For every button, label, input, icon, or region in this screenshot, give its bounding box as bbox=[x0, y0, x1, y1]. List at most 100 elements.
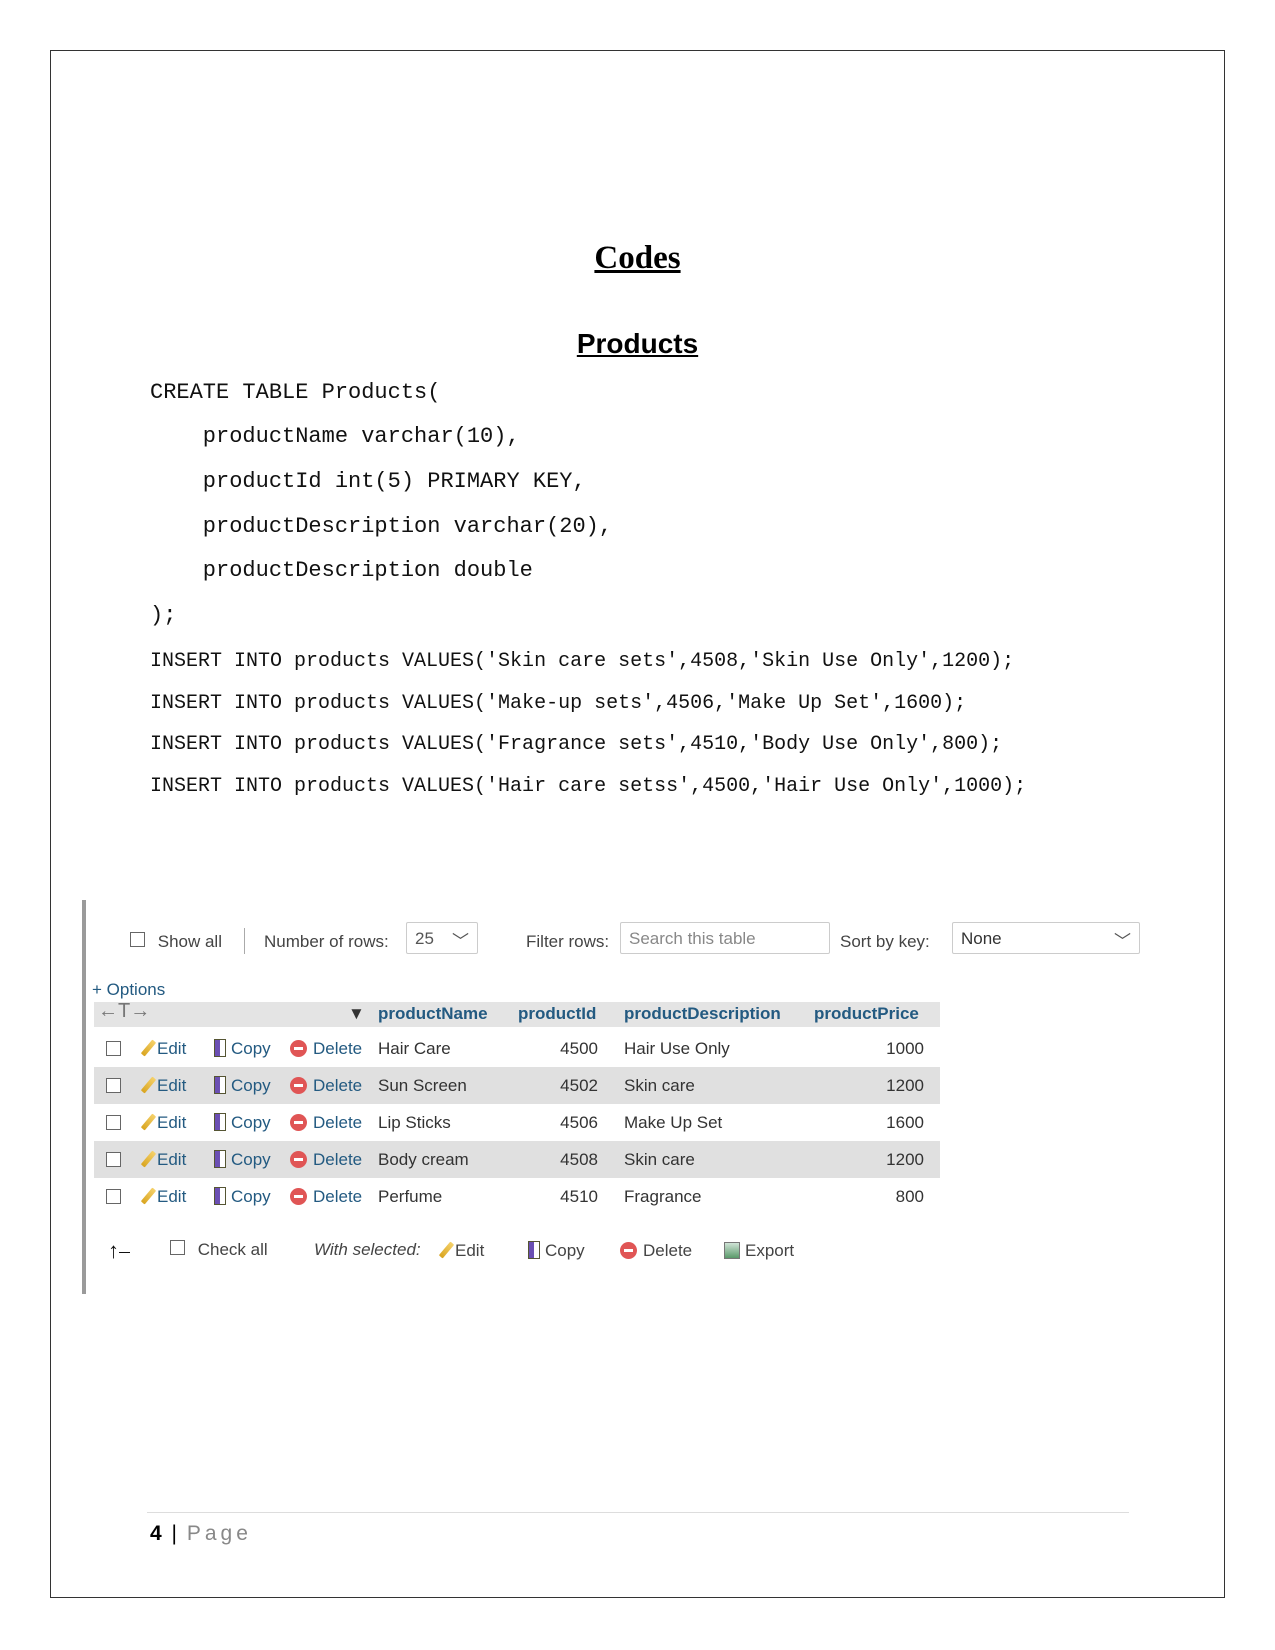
pencil-icon bbox=[438, 1241, 455, 1259]
delete-icon bbox=[290, 1188, 307, 1205]
delete-icon bbox=[290, 1114, 307, 1131]
sql-line: productName varchar(10), bbox=[150, 424, 520, 449]
delete-icon bbox=[290, 1151, 307, 1168]
sql-line: CREATE TABLE Products( bbox=[150, 380, 441, 405]
copy-button[interactable]: Copy bbox=[214, 1076, 271, 1096]
table-row: Edit Copy Delete Hair Care 4500 Hair Use… bbox=[94, 1030, 940, 1067]
copy-icon bbox=[214, 1150, 226, 1168]
delete-button[interactable]: Delete bbox=[290, 1039, 362, 1059]
cell-productid: 4506 bbox=[560, 1113, 598, 1132]
chevron-down-icon: ﹀ bbox=[1114, 932, 1131, 951]
copy-button[interactable]: Copy bbox=[214, 1187, 271, 1207]
table-row: Edit Copy Delete Perfume 4510 Fragrance … bbox=[94, 1178, 940, 1215]
rows-select[interactable]: 25 ﹀ bbox=[406, 922, 478, 954]
cell-productname: Lip Sticks bbox=[378, 1113, 451, 1132]
sql-line: productId int(5) PRIMARY KEY, bbox=[150, 469, 586, 494]
options-link[interactable]: + Options bbox=[92, 980, 165, 1000]
copy-button[interactable]: Copy bbox=[214, 1039, 271, 1059]
column-header-productname[interactable]: productName bbox=[378, 1004, 488, 1024]
delete-button[interactable]: Delete bbox=[290, 1150, 362, 1170]
cell-productdescription: Make Up Set bbox=[624, 1113, 723, 1132]
bulk-copy-button[interactable]: Copy bbox=[528, 1241, 585, 1261]
edit-button[interactable]: Edit bbox=[140, 1039, 186, 1059]
delete-button[interactable]: Delete bbox=[290, 1076, 362, 1096]
sql-line: ); bbox=[150, 603, 177, 628]
copy-icon bbox=[214, 1076, 226, 1094]
show-all-checkbox[interactable]: Show all bbox=[130, 932, 222, 952]
sql-insert-line: INSERT INTO products VALUES('Make-up set… bbox=[150, 691, 967, 715]
sql-line: productDescription double bbox=[150, 558, 533, 583]
delete-button[interactable]: Delete bbox=[290, 1187, 362, 1207]
filter-label: Filter rows: bbox=[526, 932, 610, 951]
table-row: Edit Copy Delete Lip Sticks 4506 Make Up… bbox=[94, 1104, 940, 1141]
sort-label: Sort by key: bbox=[840, 932, 930, 951]
row-checkbox[interactable] bbox=[106, 1115, 121, 1135]
sql-line: productDescription varchar(20), bbox=[150, 514, 613, 539]
table-row: Edit Copy Delete Sun Screen 4502 Skin ca… bbox=[94, 1067, 940, 1104]
page-border bbox=[50, 50, 1225, 1598]
sort-triangle-icon[interactable]: ▼ bbox=[348, 1004, 365, 1024]
check-all-checkbox[interactable]: Check all bbox=[170, 1240, 268, 1260]
section-heading: Products bbox=[576, 328, 699, 359]
edit-button[interactable]: Edit bbox=[140, 1113, 186, 1133]
copy-icon bbox=[214, 1039, 226, 1057]
cell-productid: 4500 bbox=[560, 1039, 598, 1058]
delete-icon bbox=[620, 1242, 637, 1259]
copy-icon bbox=[214, 1187, 226, 1205]
pencil-icon bbox=[140, 1113, 157, 1131]
row-checkbox[interactable] bbox=[106, 1189, 121, 1209]
sql-insert-line: INSERT INTO products VALUES('Fragrance s… bbox=[150, 733, 1003, 756]
pencil-icon bbox=[140, 1076, 157, 1094]
with-selected-label: With selected: bbox=[314, 1240, 421, 1259]
export-icon bbox=[724, 1242, 740, 1259]
column-resize-icon[interactable]: ←T→ bbox=[98, 1000, 150, 1023]
copy-button[interactable]: Copy bbox=[214, 1113, 271, 1133]
filter-input[interactable]: Search this table bbox=[620, 922, 830, 954]
sort-select[interactable]: None ﹀ bbox=[952, 922, 1140, 954]
bulk-export-button[interactable]: Export bbox=[724, 1241, 794, 1261]
row-checkbox[interactable] bbox=[106, 1041, 121, 1061]
row-checkbox[interactable] bbox=[106, 1078, 121, 1098]
edit-button[interactable]: Edit bbox=[140, 1187, 186, 1207]
bulk-delete-button[interactable]: Delete bbox=[620, 1241, 692, 1261]
cell-productid: 4502 bbox=[560, 1076, 598, 1095]
column-header-productdescription[interactable]: productDescription bbox=[624, 1004, 781, 1024]
delete-icon bbox=[290, 1040, 307, 1057]
sql-insert-line: INSERT INTO products VALUES('Skin care s… bbox=[150, 650, 1015, 673]
cell-productprice: 1200 bbox=[886, 1076, 924, 1095]
phpmyadmin-screenshot: Show all Number of rows: 25 ﹀ Filter rows… bbox=[82, 900, 1146, 1294]
chevron-down-icon: ﹀ bbox=[452, 932, 469, 951]
cell-productid: 4508 bbox=[560, 1150, 598, 1169]
rows-label: Number of rows: bbox=[264, 932, 389, 951]
cell-productid: 4510 bbox=[560, 1187, 598, 1206]
bulk-edit-button[interactable]: Edit bbox=[438, 1241, 484, 1261]
edit-button[interactable]: Edit bbox=[140, 1150, 186, 1170]
copy-button[interactable]: Copy bbox=[214, 1150, 271, 1170]
page-heading: Codes bbox=[594, 240, 681, 276]
divider bbox=[244, 928, 245, 954]
cell-productdescription: Skin care bbox=[624, 1150, 695, 1169]
cell-productname: Hair Care bbox=[378, 1039, 451, 1058]
pencil-icon bbox=[140, 1150, 157, 1168]
cell-productdescription: Fragrance bbox=[624, 1187, 702, 1206]
page-footer: 4 | Page bbox=[150, 1522, 252, 1545]
row-checkbox[interactable] bbox=[106, 1152, 121, 1172]
arrow-up-icon: ↑⎯ bbox=[108, 1238, 131, 1263]
cell-productname: Body cream bbox=[378, 1150, 469, 1169]
copy-icon bbox=[214, 1113, 226, 1131]
cell-productprice: 1200 bbox=[886, 1150, 924, 1169]
delete-icon bbox=[290, 1077, 307, 1094]
column-header-productid[interactable]: productId bbox=[518, 1004, 596, 1024]
delete-button[interactable]: Delete bbox=[290, 1113, 362, 1133]
cell-productprice: 1600 bbox=[886, 1113, 924, 1132]
pencil-icon bbox=[140, 1039, 157, 1057]
copy-icon bbox=[528, 1241, 540, 1259]
table-row: Edit Copy Delete Body cream 4508 Skin ca… bbox=[94, 1141, 940, 1178]
column-header-productprice[interactable]: productPrice bbox=[814, 1004, 919, 1024]
edit-button[interactable]: Edit bbox=[140, 1076, 186, 1096]
cell-productname: Sun Screen bbox=[378, 1076, 467, 1095]
sql-insert-line: INSERT INTO products VALUES('Hair care s… bbox=[150, 774, 1027, 798]
cell-productname: Perfume bbox=[378, 1187, 443, 1206]
cell-productdescription: Hair Use Only bbox=[624, 1039, 730, 1058]
cell-productprice: 1000 bbox=[886, 1039, 924, 1058]
